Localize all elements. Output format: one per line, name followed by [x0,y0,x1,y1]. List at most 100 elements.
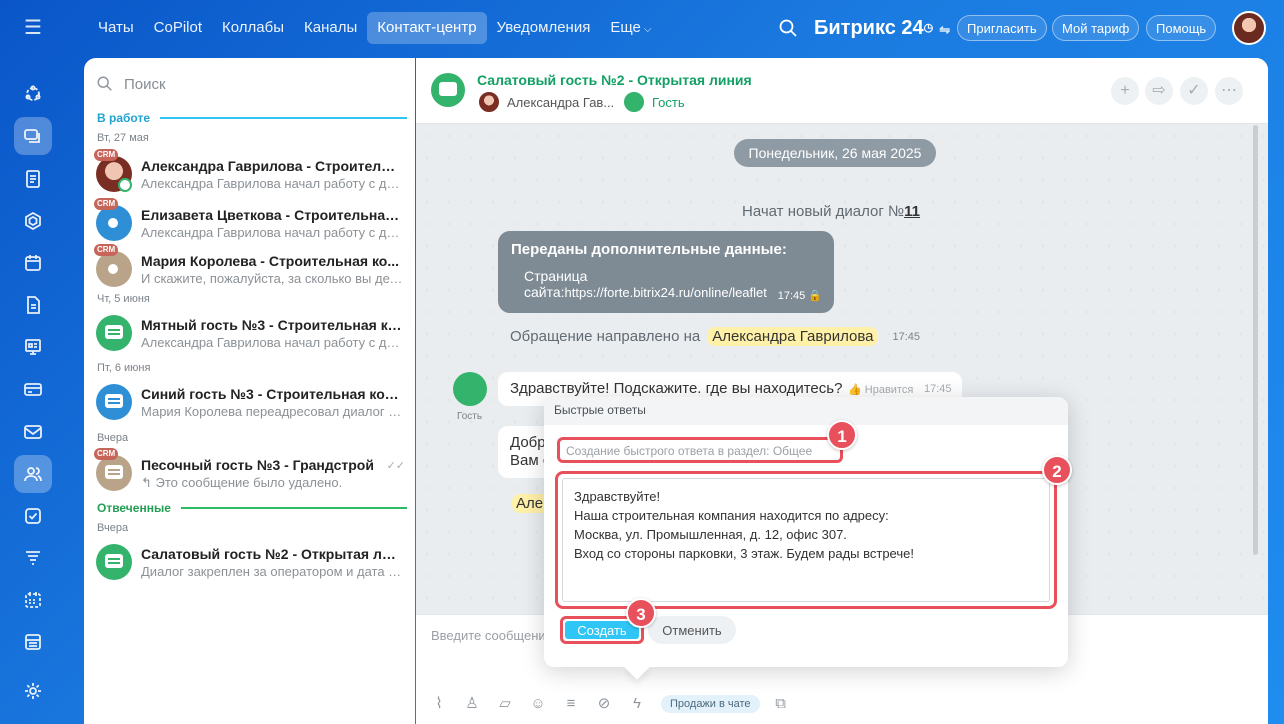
chat-icon[interactable] [14,117,52,155]
date-label: Вчера [97,432,129,444]
tab-chats[interactable]: Чаты [88,12,144,44]
member-name: Александра Гав... [507,94,615,110]
crm-badge: CRM [94,448,119,460]
list-item[interactable]: CRM Александра Гаврилова - Строительн...… [84,149,415,198]
avatar [96,251,132,287]
store-icon[interactable] [14,623,52,661]
reply-textarea[interactable]: Здравствуйте! Наша строительная компания… [562,478,1050,602]
section-selector[interactable]: Создание быстрого ответа в раздел: Общее [557,437,843,463]
crm-badge: CRM [94,149,119,161]
add-icon[interactable]: + [1111,77,1139,105]
help-button[interactable]: Помощь [1146,15,1217,41]
search-icon [97,76,112,91]
tab-contact-center[interactable]: Контакт-центр [367,12,487,44]
avatar [96,156,132,192]
sales-in-chat-button[interactable]: Продажи в чате [661,695,760,713]
more-icon[interactable]: ⋯ [1215,77,1243,105]
filter-icon[interactable] [14,539,52,577]
tab-more[interactable]: Еще ⌵ [600,12,661,44]
chat-bubble-icon [105,394,123,408]
checkbox-icon[interactable] [14,497,52,535]
menu-icon[interactable]: ☰ [21,18,45,38]
form-icon[interactable]: ▱ [496,695,514,713]
like-icon[interactable]: 👍 Нравится [848,383,913,396]
list-item[interactable]: CRM Песочный гость №3 - Грандстрой ↰ Это… [84,448,415,497]
card-icon[interactable] [14,370,52,408]
document-icon[interactable] [14,286,52,324]
toggle-icon[interactable]: ⇋ [939,22,950,37]
section-working: В работе [97,111,407,125]
chat-avatar[interactable] [431,73,465,107]
new-dialog-text: Начат новый диалог № [742,203,905,220]
scrollbar[interactable] [1253,125,1258,555]
popup-title: Быстрые ответы [544,397,1068,425]
calendar-icon[interactable] [14,244,52,282]
people-icon[interactable] [14,455,52,493]
quick-replies-popup: Быстрые ответы Создание быстрого ответа … [544,397,1068,667]
create-button[interactable]: Создать [565,621,639,639]
card-url[interactable]: https://forte.bitrix24.ru/online/leaflet [565,285,767,300]
list-item-subtitle: Александра Гаврилова начал работу с ди..… [141,225,403,240]
chat-title[interactable]: Салатовый гость №2 - Открытая линия [477,72,752,88]
settings-icon[interactable] [14,672,52,710]
date-label: Пт, 6 июня [97,362,151,374]
schedule-icon[interactable] [14,581,52,619]
list-item[interactable]: CRM Мария Королева - Строительная ко... … [84,244,415,293]
lightning-icon[interactable]: ϟ [628,695,646,713]
guest-avatar[interactable] [453,372,487,406]
operator-mention[interactable]: Александра Гаврилова [707,327,879,346]
forward-icon[interactable]: ⇨ [1145,77,1173,105]
chat-member-guest[interactable]: Гость [622,90,685,114]
list-item[interactable]: Синий гость №3 - Строительная ком... Мар… [84,380,415,426]
search-icon[interactable] [778,18,798,38]
presentation-icon[interactable] [14,328,52,366]
list-item[interactable]: CRM Елизавета Цветкова - Строительная ..… [84,198,415,247]
user-avatar[interactable] [1232,11,1266,45]
list-item-title: Александра Гаврилова - Строительн... [141,158,403,174]
tab-more-label: Еще [610,19,641,36]
mail-icon[interactable] [14,413,52,451]
reply-text-frame: Здравствуйте! Наша строительная компания… [555,471,1057,609]
dialog-number-link[interactable]: 11 [904,203,920,220]
system-message: Начат новый диалог №11 [742,203,920,220]
hidden-icon[interactable]: ⊘ [595,695,613,713]
eye-icon [106,216,120,230]
user-icon[interactable]: ♙ [463,695,481,713]
data-card: Переданы дополнительные данные: Страница… [498,231,834,313]
tab-copilot[interactable]: CoPilot [144,12,212,44]
dialog-list: Поиск В работе Вт, 27 мая CRM Александра… [84,58,415,724]
avatar [477,90,501,114]
feed-icon[interactable] [14,160,52,198]
list-item-title: Мятный гость №3 - Строительная ко... [141,317,403,333]
attach-icon[interactable]: ⌇ [430,695,448,713]
message-text: Здравствуйте! Подскажите. где вы находит… [510,380,843,397]
avatar [622,90,646,114]
lock-icon: 🔒 [808,290,822,302]
double-check-icon: ✓✓ [386,460,405,472]
network-icon[interactable] [14,75,52,113]
invite-button[interactable]: Пригласить [957,15,1047,41]
list-item[interactable]: Мятный гость №3 - Строительная ко... Але… [84,311,415,357]
tab-notifications[interactable]: Уведомления [487,12,601,44]
smile-icon[interactable]: ☺ [529,695,547,713]
chat-member-operator[interactable]: Александра Гав... [477,90,614,114]
hexagon-icon[interactable] [14,202,52,240]
cancel-button[interactable]: Отменить [648,616,736,644]
tariff-button[interactable]: Мой тариф [1052,15,1140,41]
tab-channels[interactable]: Каналы [294,12,367,44]
list-item-title: Салатовый гость №2 - Открытая лин... [141,546,403,562]
eye-icon [106,262,120,276]
list-item-title: Песочный гость №3 - Грандстрой [141,457,374,473]
guest-label: Гость [457,411,483,422]
brand-logo[interactable]: Битрикс 24◷ ⇋ [814,14,950,44]
list-item[interactable]: Салатовый гость №2 - Открытая лин... Диа… [84,540,415,586]
template-icon[interactable]: ⧉ [772,695,790,713]
list-icon[interactable]: ≡ [562,695,580,713]
card-title: Переданы дополнительные данные: [511,241,787,258]
tab-collabs[interactable]: Коллабы [212,12,294,44]
search-box[interactable]: Поиск [96,72,166,96]
list-item-subtitle: Александра Гаврилова начал работу с ди..… [141,335,403,350]
section-working-label: В работе [97,111,150,125]
check-icon[interactable]: ✓ [1180,77,1208,105]
list-item-title: Синий гость №3 - Строительная ком... [141,386,403,402]
